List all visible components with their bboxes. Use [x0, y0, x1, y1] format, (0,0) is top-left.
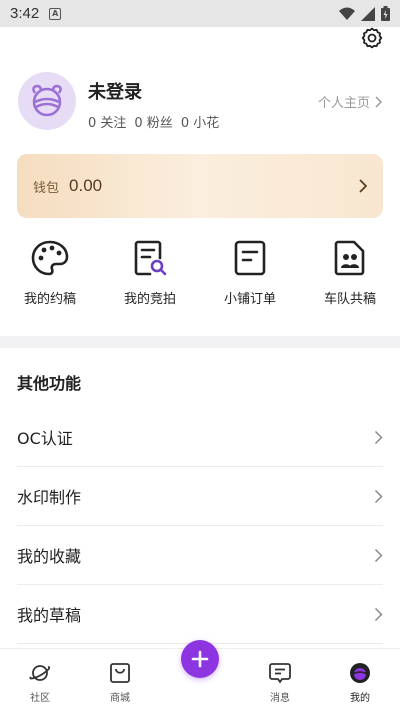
- team-document-icon: [334, 240, 365, 276]
- menu-item-label: 水印制作: [17, 488, 82, 507]
- wallet-amount: 0.00: [69, 176, 103, 195]
- menu-item-label: OC认证: [17, 429, 73, 448]
- quick-action-shop-orders[interactable]: 小铺订单: [200, 238, 300, 318]
- following-count[interactable]: 0 关注: [88, 112, 126, 131]
- notification-a-icon: A: [49, 7, 62, 20]
- chevron-right-icon: [359, 179, 367, 193]
- quick-action-auctions[interactable]: 我的竞拍: [100, 238, 200, 318]
- profile-header[interactable]: 未登录 0 关注 0 粉丝 0 小花 个人主页: [18, 72, 382, 132]
- quick-action-label: 车队共稿: [323, 292, 376, 307]
- menu-item-oc-certification[interactable]: OC认证: [17, 408, 383, 467]
- planet-icon: [29, 665, 51, 681]
- avatar[interactable]: [18, 72, 76, 130]
- wallet-card[interactable]: 钱包 0.00: [17, 154, 383, 218]
- status-time: 3:42: [10, 5, 40, 22]
- chevron-right-icon: [374, 548, 383, 562]
- tab-mall[interactable]: 商城: [80, 649, 160, 712]
- wallet-label: 钱包: [33, 180, 60, 196]
- planet-avatar-icon: [32, 84, 62, 117]
- profile-stats: 0 关注 0 粉丝 0 小花: [88, 112, 219, 131]
- chat-icon: [269, 663, 291, 683]
- signal-icon: [361, 6, 375, 21]
- battery-icon: [381, 6, 390, 21]
- quick-action-label: 小铺订单: [223, 292, 276, 307]
- tab-label: 社区: [30, 693, 50, 704]
- menu-item-favorites[interactable]: 我的收藏: [17, 526, 383, 585]
- flowers-count[interactable]: 0 小花: [181, 112, 219, 131]
- tab-messages[interactable]: 消息: [240, 649, 320, 712]
- quick-action-label: 我的约稿: [23, 292, 76, 307]
- profile-planet-icon: [350, 663, 370, 683]
- auction-document-icon: [134, 240, 167, 276]
- gear-icon[interactable]: [360, 26, 384, 50]
- chevron-right-icon: [374, 489, 383, 503]
- homepage-link[interactable]: 个人主页: [318, 92, 382, 111]
- tab-label: 消息: [270, 693, 290, 704]
- tab-label: 我的: [350, 693, 370, 704]
- create-post-button[interactable]: [181, 640, 219, 678]
- chevron-right-icon: [374, 430, 383, 444]
- order-document-icon: [234, 240, 266, 276]
- quick-action-label: 我的竞拍: [123, 292, 176, 307]
- wifi-icon: [339, 7, 355, 20]
- chevron-right-icon: [375, 95, 382, 108]
- tab-mine[interactable]: 我的: [320, 649, 400, 712]
- menu-item-label: 我的草稿: [17, 606, 82, 625]
- plus-icon: [191, 650, 209, 668]
- section-divider: [0, 336, 400, 348]
- status-icons: [339, 6, 390, 21]
- fans-count[interactable]: 0 粉丝: [134, 112, 172, 131]
- username: 未登录: [88, 82, 142, 103]
- tab-label: 商城: [110, 693, 130, 704]
- quick-action-team-drafts[interactable]: 车队共稿: [300, 238, 400, 318]
- quick-action-commissions[interactable]: 我的约稿: [0, 238, 100, 318]
- other-functions-list: OC认证 水印制作 我的收藏 我的草稿: [17, 408, 383, 644]
- palette-icon: [31, 240, 69, 276]
- menu-item-label: 我的收藏: [17, 547, 82, 566]
- homepage-link-label: 个人主页: [317, 96, 370, 111]
- shopping-bag-icon: [110, 663, 130, 683]
- menu-item-drafts[interactable]: 我的草稿: [17, 585, 383, 644]
- menu-item-watermark[interactable]: 水印制作: [17, 467, 383, 526]
- section-title: 其他功能: [17, 374, 82, 393]
- chevron-right-icon: [374, 607, 383, 621]
- tab-community[interactable]: 社区: [0, 649, 80, 712]
- quick-actions: 我的约稿 我的竞拍 小铺订单 车队共稿: [0, 238, 400, 318]
- status-bar: 3:42 A: [0, 0, 400, 27]
